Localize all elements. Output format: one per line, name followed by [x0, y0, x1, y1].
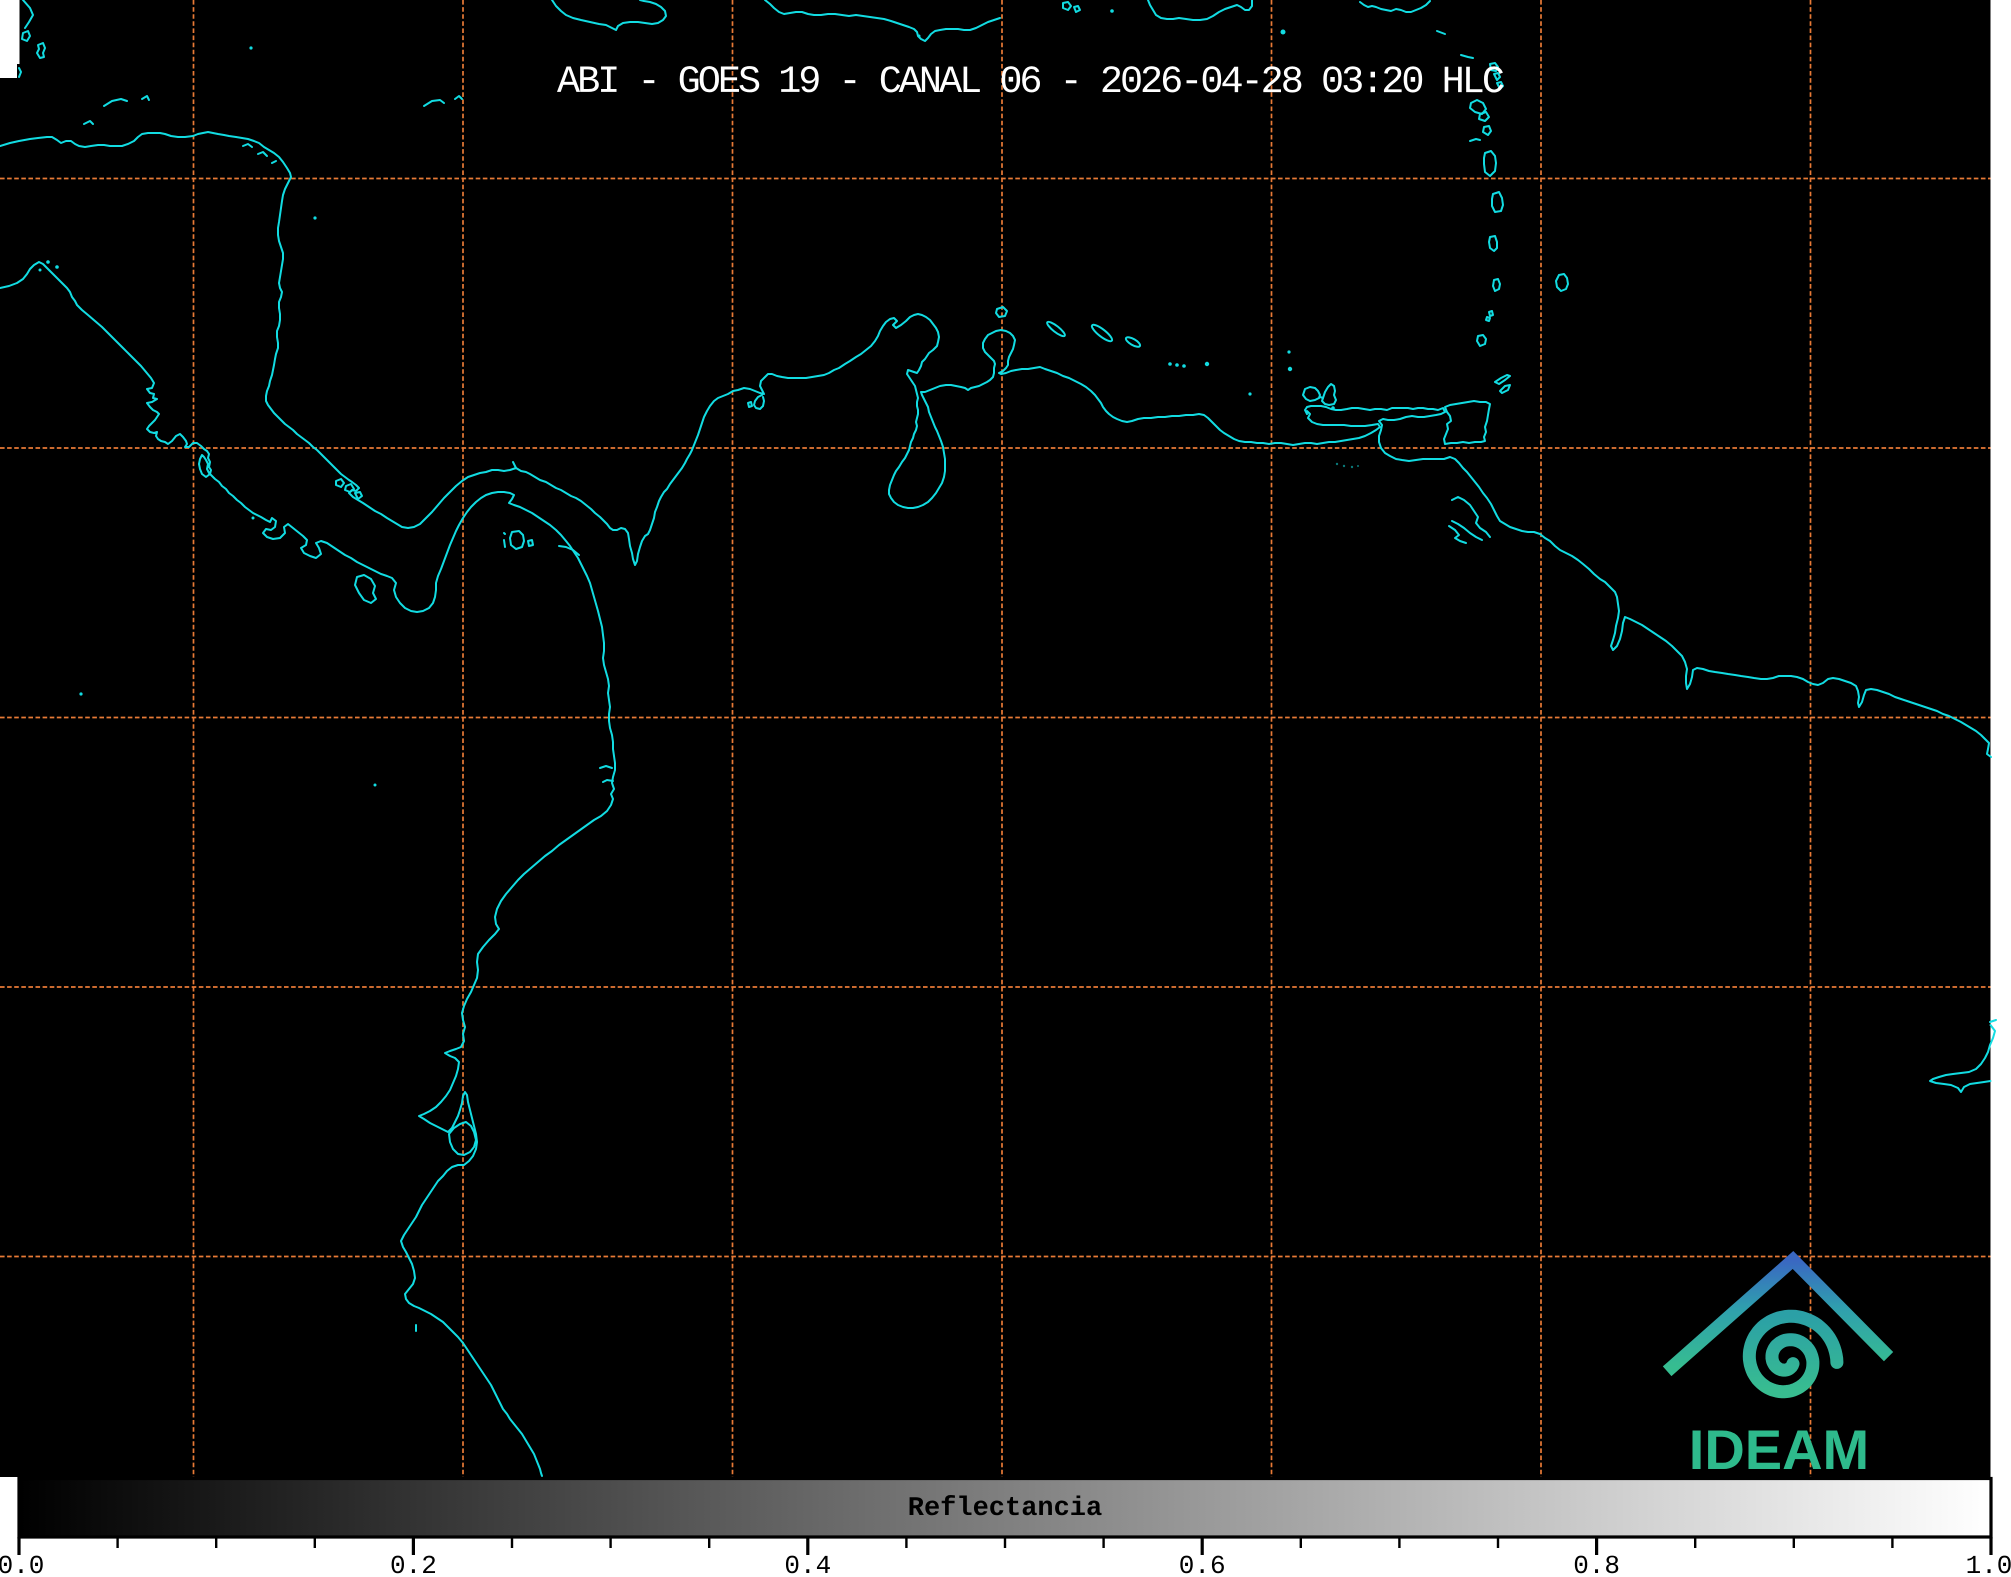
svg-text:0.6: 0.6	[1179, 1551, 1226, 1577]
svg-text:Reflectancia: Reflectancia	[908, 1494, 1102, 1524]
svg-text:0.2: 0.2	[390, 1551, 437, 1577]
svg-text:0.8: 0.8	[1573, 1551, 1620, 1577]
svg-text:IDEAM: IDEAM	[1689, 1418, 1869, 1481]
svg-text:0.4: 0.4	[784, 1551, 831, 1577]
svg-text:ABI - GOES 19 - CANAL 06 - 202: ABI - GOES 19 - CANAL 06 - 2026-04-28 03…	[557, 60, 1504, 104]
svg-text:0.0: 0.0	[0, 1551, 44, 1577]
svg-text:1.0: 1.0	[1966, 1551, 2011, 1577]
